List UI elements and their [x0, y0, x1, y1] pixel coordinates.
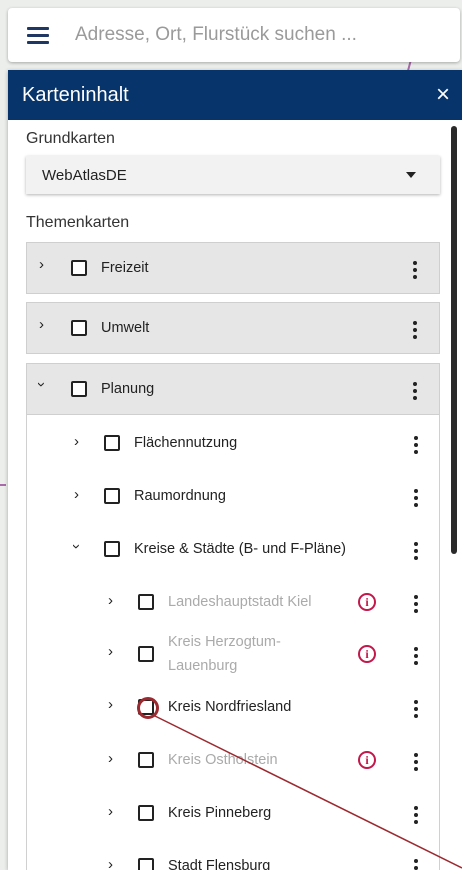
layer-panel: Karteninhalt × Grundkarten WebAtlasDE Th… [8, 70, 462, 870]
more-vertical-icon[interactable] [407, 319, 423, 340]
layer-checkbox[interactable] [138, 594, 154, 610]
layer-group-freizeit[interactable]: › Freizeit [26, 242, 440, 294]
layer-label: Freizeit [101, 260, 149, 276]
themenkarten-label: Themenkarten [26, 214, 130, 231]
chevron-right-icon[interactable]: › [108, 750, 113, 767]
layer-label: Planung [101, 381, 155, 397]
layer-item-raumordnung[interactable]: › Raumordnung [26, 479, 440, 513]
layer-label: Flächennutzung [134, 435, 238, 451]
more-vertical-icon[interactable] [408, 487, 424, 508]
layer-item-nordfriesland[interactable]: › Kreis Nordfriesland [26, 690, 440, 724]
grundkarten-label: Grundkarten [26, 130, 115, 147]
layer-checkbox[interactable] [138, 805, 154, 821]
layer-group-planung[interactable]: › Planung [26, 363, 440, 415]
layer-label: Kreis Herzogtum-Lauenburg [168, 634, 281, 674]
layer-item-herzogtum-lauenburg[interactable]: › Kreis Herzogtum-Lauenburg i [26, 630, 440, 680]
panel-scrollbar[interactable] [451, 126, 457, 554]
chevron-right-icon[interactable]: › [74, 486, 79, 503]
layer-label: Kreise & Städte (B- und F-Pläne) [134, 541, 346, 557]
more-vertical-icon[interactable] [408, 751, 424, 772]
chevron-down-icon[interactable]: › [33, 382, 50, 387]
layer-item-ostholstein[interactable]: › Kreis Ostholstein i [26, 743, 440, 777]
search-input[interactable] [75, 24, 435, 46]
layer-item-flaechennutzung[interactable]: › Flächennutzung [26, 426, 440, 460]
layer-item-kiel[interactable]: › Landeshauptstadt Kiel i [26, 585, 440, 619]
chevron-right-icon[interactable]: › [108, 643, 113, 660]
layer-label: Kreis Nordfriesland [168, 699, 292, 715]
panel-title: Karteninhalt [22, 83, 129, 106]
chevron-right-icon[interactable]: › [74, 433, 79, 450]
layer-checkbox[interactable] [104, 435, 120, 451]
layer-label: Kreis Ostholstein [168, 752, 278, 768]
dropdown-caret-icon [406, 172, 416, 178]
layer-checkbox[interactable] [71, 381, 87, 397]
chevron-right-icon[interactable]: › [108, 592, 113, 609]
map-boundary-line [0, 484, 6, 486]
more-vertical-icon[interactable] [408, 434, 424, 455]
layer-checkbox[interactable] [71, 260, 87, 276]
more-vertical-icon[interactable] [408, 540, 424, 561]
chevron-right-icon[interactable]: › [39, 256, 44, 273]
chevron-right-icon[interactable]: › [108, 696, 113, 713]
info-icon[interactable]: i [358, 751, 376, 769]
layer-label: Stadt Flensburg [168, 858, 271, 870]
layer-label: Landeshauptstadt Kiel [168, 594, 312, 610]
layer-label: Raumordnung [134, 488, 226, 504]
basemap-select[interactable]: WebAtlasDE [26, 156, 440, 194]
more-vertical-icon[interactable] [407, 380, 423, 401]
info-icon[interactable]: i [358, 645, 376, 663]
layer-label: Umwelt [101, 320, 150, 336]
hamburger-icon[interactable] [27, 23, 49, 48]
close-icon[interactable]: × [436, 83, 450, 107]
panel-header: Karteninhalt × [8, 70, 462, 120]
more-vertical-icon[interactable] [408, 698, 424, 719]
more-vertical-icon[interactable] [407, 259, 423, 280]
chevron-right-icon[interactable]: › [39, 316, 44, 333]
highlight-ring-annotation [137, 697, 159, 719]
layer-checkbox[interactable] [138, 858, 154, 870]
layer-label: Kreis Pinneberg [168, 805, 272, 821]
search-bar [8, 8, 460, 62]
layer-checkbox[interactable] [104, 541, 120, 557]
chevron-right-icon[interactable]: › [108, 803, 113, 820]
layer-item-pinneberg[interactable]: › Kreis Pinneberg [26, 796, 440, 830]
layer-item-kreise-staedte[interactable]: › Kreise & Städte (B- und F-Pläne) [26, 532, 440, 566]
info-icon[interactable]: i [358, 593, 376, 611]
chevron-down-icon[interactable]: › [68, 544, 85, 549]
chevron-right-icon[interactable]: › [108, 856, 113, 870]
layer-checkbox[interactable] [138, 752, 154, 768]
layer-checkbox[interactable] [71, 320, 87, 336]
more-vertical-icon[interactable] [408, 804, 424, 825]
more-vertical-icon[interactable] [408, 593, 424, 614]
basemap-select-value: WebAtlasDE [42, 166, 127, 184]
more-vertical-icon[interactable] [408, 857, 424, 870]
layer-checkbox[interactable] [104, 488, 120, 504]
layer-item-flensburg[interactable]: › Stadt Flensburg [26, 849, 440, 870]
more-vertical-icon[interactable] [408, 645, 424, 666]
layer-checkbox[interactable] [138, 646, 154, 662]
layer-group-umwelt[interactable]: › Umwelt [26, 302, 440, 354]
